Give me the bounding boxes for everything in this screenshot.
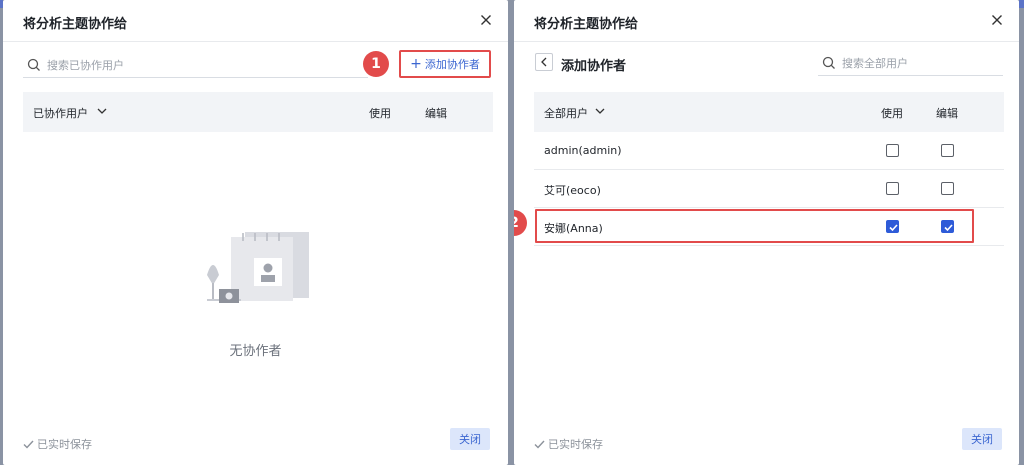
- dialog-header: 将分析主题协作给: [514, 0, 1019, 42]
- plus-icon: +: [410, 56, 422, 72]
- dialog-title: 将分析主题协作给: [23, 17, 128, 32]
- user-name: 艾可(eoco): [544, 184, 601, 197]
- dialog-footer: 已实时保存 关闭: [3, 420, 508, 465]
- step-badge-2: 2: [514, 210, 527, 236]
- checkmark-icon: [944, 224, 953, 232]
- checkmark-icon: [889, 224, 898, 232]
- dialog-header: 将分析主题协作给: [3, 0, 508, 42]
- backdrop-strip: [1019, 0, 1024, 8]
- column-use: 使用: [369, 107, 391, 120]
- add-collaborator-button[interactable]: + 添加协作者: [399, 50, 491, 78]
- search-all-users: [818, 50, 1003, 76]
- table-row: 安娜(Anna): [534, 208, 1004, 246]
- table-row: 艾可(eoco): [534, 170, 1004, 208]
- search-icon: [822, 56, 835, 69]
- edit-checkbox[interactable]: [941, 220, 954, 233]
- saved-status: 已实时保存: [534, 436, 603, 452]
- use-checkbox[interactable]: [886, 182, 899, 195]
- use-checkbox[interactable]: [886, 220, 899, 233]
- add-collaborator-label: 添加协作者: [424, 58, 480, 71]
- back-button[interactable]: [535, 53, 553, 71]
- subtitle: 添加协作者: [561, 59, 627, 74]
- saved-status-text: 已实时保存: [37, 438, 92, 451]
- dialog-title: 将分析主题协作给: [534, 17, 639, 32]
- chevron-down-icon[interactable]: [97, 107, 107, 115]
- close-button[interactable]: 关闭: [962, 428, 1002, 450]
- search-collaborators: [23, 52, 368, 78]
- chevron-left-icon: [541, 57, 547, 67]
- chevron-down-icon[interactable]: [595, 107, 605, 115]
- check-icon: [534, 440, 545, 449]
- table-row: admin(admin): [534, 132, 1004, 170]
- column-edit: 编辑: [936, 107, 958, 120]
- column-edit: 编辑: [425, 107, 447, 120]
- edit-checkbox[interactable]: [941, 144, 954, 157]
- edit-checkbox[interactable]: [941, 182, 954, 195]
- saved-status: 已实时保存: [23, 436, 92, 452]
- saved-status-text: 已实时保存: [548, 438, 603, 451]
- dialog-footer: 已实时保存 关闭: [514, 420, 1019, 465]
- column-use: 使用: [881, 107, 903, 120]
- add-collaborator-dialog: 将分析主题协作给 添加协作者 全部用户 使用 编辑 admin(admin) 艾…: [514, 0, 1019, 465]
- column-collaborated-users[interactable]: 已协作用户: [33, 105, 88, 121]
- column-all-users[interactable]: 全部用户: [544, 105, 588, 121]
- search-input[interactable]: [842, 53, 992, 73]
- empty-state-illustration: [207, 232, 309, 303]
- table-header: 全部用户 使用 编辑: [534, 92, 1004, 132]
- table-header: 已协作用户 使用 编辑: [23, 92, 493, 132]
- close-button[interactable]: 关闭: [450, 428, 490, 450]
- user-name: admin(admin): [544, 144, 622, 157]
- use-checkbox[interactable]: [886, 144, 899, 157]
- close-icon[interactable]: [478, 12, 494, 28]
- check-icon: [23, 440, 34, 449]
- empty-state-text: 无协作者: [229, 344, 282, 359]
- collaborator-dialog: 将分析主题协作给 1 + 添加协作者 已协作用户 使用 编辑: [3, 0, 508, 465]
- user-name: 安娜(Anna): [544, 222, 603, 235]
- step-badge-1: 1: [363, 51, 389, 77]
- close-icon[interactable]: [989, 12, 1005, 28]
- search-input[interactable]: [47, 55, 247, 75]
- search-icon: [27, 58, 40, 71]
